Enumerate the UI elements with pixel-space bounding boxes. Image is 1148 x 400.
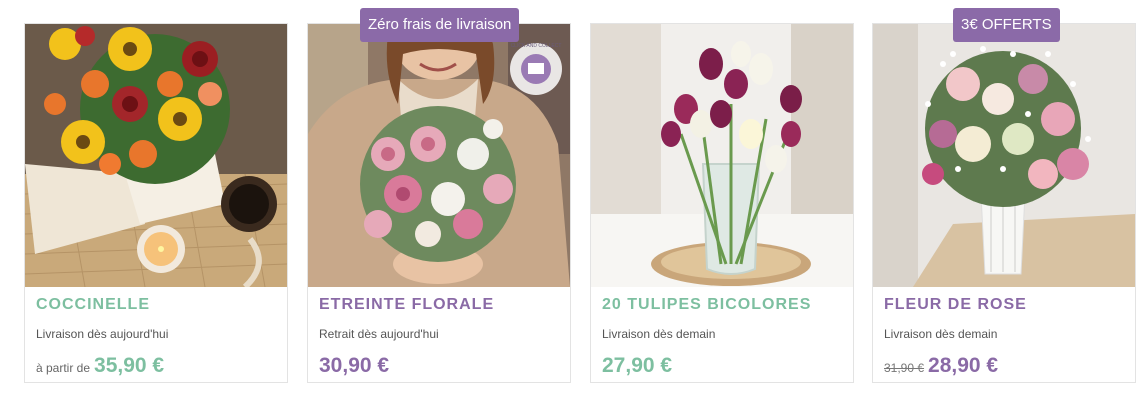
product-name[interactable]: FLEUR DE ROSE — [884, 296, 1027, 314]
product-price: 27,90 € — [602, 354, 673, 377]
product-card-coccinelle[interactable]: COCCINELLE Livraison dès aujourd'hui à p… — [24, 23, 288, 383]
promo-badge: 3€ OFFERTS — [953, 8, 1060, 42]
delivery-info: Livraison dès demain — [602, 327, 716, 341]
price-from-label: à partir de — [36, 361, 91, 375]
price-row: 27,90 € — [602, 354, 672, 378]
product-photo-tulipes — [591, 24, 853, 287]
product-photo-fleur-de-rose — [873, 24, 1135, 287]
product-price: 28,90 € — [928, 354, 999, 377]
product-image[interactable] — [591, 24, 853, 287]
promo-badge: Zéro frais de livraison — [360, 8, 520, 42]
product-card-etreinte-florale[interactable]: Zéro frais de livraison CLICK AND COLLEC… — [307, 8, 571, 383]
old-price: 31,90 € — [884, 361, 925, 375]
delivery-info: Livraison dès demain — [884, 327, 998, 341]
product-name[interactable]: 20 TULIPES BICOLORES — [602, 296, 811, 314]
product-price: 35,90 € — [94, 354, 165, 377]
delivery-info: Retrait dès aujourd'hui — [319, 327, 439, 341]
product-price: 30,90 € — [319, 354, 390, 377]
product-name[interactable]: ETREINTE FLORALE — [319, 296, 494, 314]
product-image[interactable] — [25, 24, 287, 287]
product-card-20-tulipes-bicolores[interactable]: 20 TULIPES BICOLORES Livraison dès demai… — [590, 23, 854, 383]
product-image[interactable] — [873, 24, 1135, 287]
product-card-fleur-de-rose[interactable]: 3€ OFFERTS FLEUR DE ROSE Livraison dès d… — [872, 8, 1136, 383]
product-photo-etreinte-florale: CLICK AND COLLECT — [308, 24, 570, 287]
svg-text:CLICK AND COLLECT: CLICK AND COLLECT — [511, 43, 562, 49]
product-name[interactable]: COCCINELLE — [36, 296, 150, 314]
delivery-info: Livraison dès aujourd'hui — [36, 327, 169, 341]
product-image[interactable]: CLICK AND COLLECT — [308, 24, 570, 287]
click-and-collect-icon: CLICK AND COLLECT — [510, 43, 562, 95]
product-grid: COCCINELLE Livraison dès aujourd'hui à p… — [24, 8, 1136, 385]
price-row: 30,90 € — [319, 354, 389, 378]
price-row: à partir de 35,90 € — [36, 354, 164, 378]
product-photo-coccinelle — [25, 24, 287, 287]
price-row: 31,90 € 28,90 € — [884, 354, 998, 378]
